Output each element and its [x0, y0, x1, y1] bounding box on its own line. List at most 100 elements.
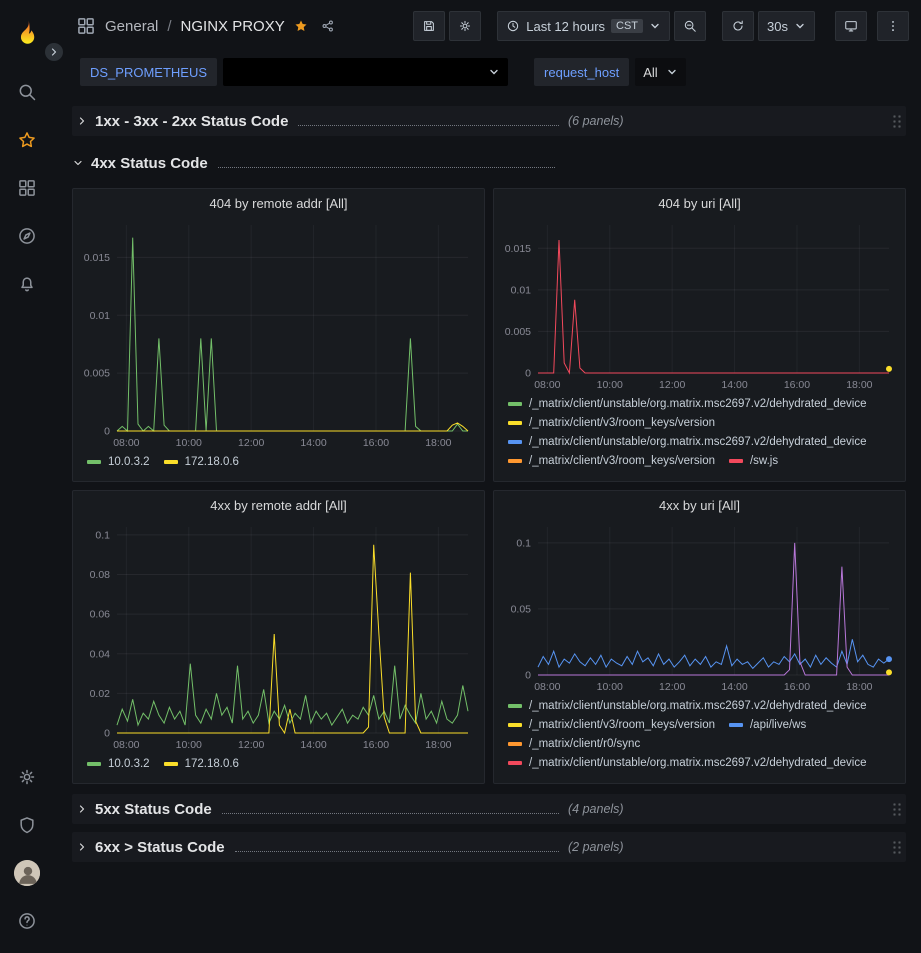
chevron-right-icon	[76, 803, 88, 815]
sidebar	[0, 0, 54, 953]
datasource-select[interactable]	[223, 58, 508, 86]
legend-item[interactable]: /sw.js	[729, 452, 778, 471]
panel-404-by-uri: 404 by uri [All] 00.0050.010.01508:0010:…	[493, 188, 906, 482]
save-icon	[422, 19, 436, 33]
series-swatch	[508, 402, 522, 406]
row-6xx[interactable]: 6xx > Status Code (2 panels)	[72, 832, 906, 862]
series-swatch	[164, 762, 178, 766]
legend-item[interactable]: 10.0.3.2	[87, 755, 150, 774]
svg-text:18:00: 18:00	[425, 739, 451, 751]
legend-item[interactable]: /_matrix/client/v3/room_keys/version	[508, 452, 715, 471]
row-title: 5xx Status Code	[95, 801, 212, 818]
svg-text:0.06: 0.06	[90, 609, 111, 621]
breadcrumb-section[interactable]: General	[105, 18, 158, 35]
question-circle-icon	[17, 911, 37, 931]
row-5xx[interactable]: 5xx Status Code (4 panels)	[72, 794, 906, 824]
favorite-star-button[interactable]	[294, 19, 308, 33]
dashboard-settings-button[interactable]	[449, 11, 481, 41]
panel-title[interactable]: 404 by uri [All]	[494, 189, 905, 217]
panel-grid: 404 by remote addr [All] 00.0050.010.015…	[72, 188, 906, 784]
chevron-down-icon	[649, 20, 661, 32]
svg-text:0: 0	[104, 728, 110, 740]
svg-text:08:00: 08:00	[534, 379, 560, 391]
svg-text:0.08: 0.08	[90, 569, 111, 581]
sidebar-item-server-admin[interactable]	[0, 801, 54, 849]
dashboard-body: 1xx - 3xx - 2xx Status Code (6 panels) 4…	[54, 94, 921, 953]
legend-item[interactable]: /api/live/ws	[729, 716, 806, 735]
refresh-interval-dropdown[interactable]: 30s	[758, 11, 815, 41]
breadcrumb-separator: /	[167, 18, 171, 35]
row-drag-handle[interactable]	[892, 801, 902, 818]
variables-bar: DS_PROMETHEUS request_host All	[54, 52, 921, 94]
row-drag-handle[interactable]	[892, 839, 902, 856]
sidebar-item-profile[interactable]	[0, 849, 54, 897]
chevron-down-icon	[488, 66, 500, 78]
share-dashboard-button[interactable]	[321, 19, 335, 33]
sidebar-expand-toggle[interactable]	[45, 43, 63, 61]
series-label: /_matrix/client/unstable/org.matrix.msc2…	[529, 398, 867, 410]
svg-text:10:00: 10:00	[176, 739, 202, 751]
svg-text:08:00: 08:00	[534, 681, 560, 693]
svg-text:12:00: 12:00	[238, 437, 264, 449]
panel-title[interactable]: 4xx by remote addr [All]	[73, 491, 484, 519]
sidebar-item-configuration[interactable]	[0, 753, 54, 801]
legend-item[interactable]: 172.18.0.6	[164, 453, 239, 472]
chart-canvas[interactable]: 00.0050.010.01508:0010:0012:0014:0016:00…	[73, 217, 484, 451]
svg-text:16:00: 16:00	[784, 681, 810, 693]
legend-item[interactable]: 10.0.3.2	[87, 453, 150, 472]
chart-legend: 10.0.3.2 172.18.0.6	[73, 451, 484, 478]
sidebar-item-starred[interactable]	[0, 116, 54, 164]
timezone-badge: CST	[611, 19, 643, 33]
request-host-select[interactable]: All	[635, 58, 685, 86]
svg-text:0: 0	[525, 368, 531, 380]
time-range-picker[interactable]: Last 12 hours CST	[497, 11, 670, 41]
legend-item[interactable]: /_matrix/client/v3/room_keys/version	[508, 716, 715, 735]
series-swatch	[508, 723, 522, 727]
dotted-leader	[235, 843, 559, 852]
legend-item[interactable]: 172.18.0.6	[164, 755, 239, 774]
legend-item[interactable]: /_matrix/client/unstable/org.matrix.msc2…	[508, 697, 867, 716]
legend-item[interactable]: /_matrix/client/v3/room_keys/version	[508, 414, 715, 433]
chart-canvas[interactable]: 00.020.040.060.080.108:0010:0012:0014:00…	[73, 519, 484, 753]
chart-canvas[interactable]: 00.0050.010.01508:0010:0012:0014:0016:00…	[494, 217, 905, 393]
main-area: General / NGINX PROXY La	[54, 0, 921, 953]
legend-item[interactable]: /_matrix/client/unstable/org.matrix.msc2…	[508, 754, 867, 773]
sidebar-item-search[interactable]	[0, 68, 54, 116]
legend-item[interactable]: /_matrix/client/unstable/org.matrix.msc2…	[508, 433, 867, 452]
request-host-value: All	[643, 65, 657, 80]
row-1xx-3xx-2xx[interactable]: 1xx - 3xx - 2xx Status Code (6 panels)	[72, 106, 906, 136]
svg-text:0.015: 0.015	[505, 243, 531, 255]
more-options-button[interactable]	[877, 11, 909, 41]
panel-title[interactable]: 404 by remote addr [All]	[73, 189, 484, 217]
svg-text:14:00: 14:00	[300, 739, 326, 751]
legend-item[interactable]: /_matrix/client/unstable/org.matrix.msc2…	[508, 395, 867, 414]
chart-canvas[interactable]: 00.050.108:0010:0012:0014:0016:0018:00	[494, 519, 905, 695]
dashboards-grid-icon	[17, 178, 37, 198]
navbar: General / NGINX PROXY La	[54, 0, 921, 52]
refresh-interval-label: 30s	[767, 19, 788, 34]
svg-text:0.05: 0.05	[511, 603, 532, 615]
refresh-button[interactable]	[722, 11, 754, 41]
sidebar-item-alerting[interactable]	[0, 260, 54, 308]
svg-text:12:00: 12:00	[659, 681, 685, 693]
series-label: /_matrix/client/r0/sync	[529, 738, 640, 750]
legend-item[interactable]: /_matrix/client/r0/sync	[508, 735, 640, 754]
row-drag-handle[interactable]	[892, 113, 902, 130]
svg-text:0.04: 0.04	[90, 648, 111, 660]
save-dashboard-button[interactable]	[413, 11, 445, 41]
sidebar-item-explore[interactable]	[0, 212, 54, 260]
series-swatch	[508, 459, 522, 463]
sidebar-item-dashboards[interactable]	[0, 164, 54, 212]
panel-4xx-by-uri: 4xx by uri [All] 00.050.108:0010:0012:00…	[493, 490, 906, 784]
dashboard-title[interactable]: NGINX PROXY	[181, 18, 285, 35]
sidebar-bottom	[0, 753, 54, 945]
dotted-leader	[218, 159, 555, 168]
bell-icon	[17, 274, 37, 294]
zoom-out-button[interactable]	[674, 11, 706, 41]
tv-mode-button[interactable]	[835, 11, 867, 41]
sidebar-item-help[interactable]	[0, 897, 54, 945]
chevron-right-icon	[48, 46, 60, 58]
row-4xx[interactable]: 4xx Status Code	[72, 148, 906, 178]
panel-title[interactable]: 4xx by uri [All]	[494, 491, 905, 519]
svg-text:0.01: 0.01	[90, 310, 111, 322]
